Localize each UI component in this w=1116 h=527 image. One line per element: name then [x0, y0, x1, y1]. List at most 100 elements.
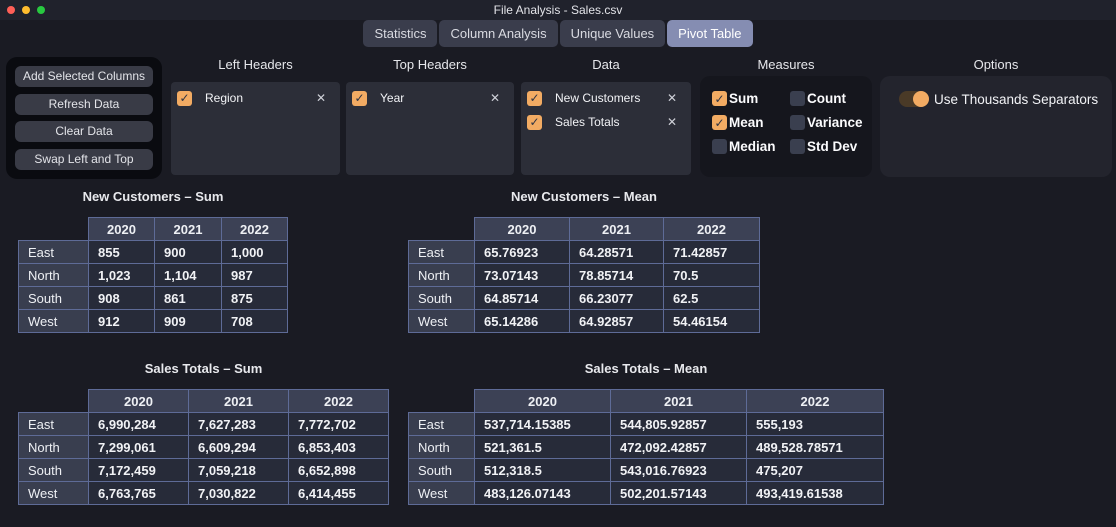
table-cell: 512,318.5: [475, 459, 611, 482]
table-row: South7,172,4597,059,2186,652,898: [19, 459, 389, 482]
column-item-label: Year: [380, 91, 404, 105]
table-row: East8559001,000: [19, 241, 288, 264]
column-item-new-customers: ✓New Customers✕: [527, 87, 683, 109]
table-cell: 7,059,218: [189, 459, 289, 482]
section-options: Options Use Thousands Separators: [880, 57, 1112, 177]
table-cell: 6,609,294: [189, 436, 289, 459]
table-cell: 855: [89, 241, 155, 264]
table-row: West483,126.07143502,201.57143493,419.61…: [409, 482, 884, 505]
table-cell: 861: [155, 287, 222, 310]
left-headers-title: Left Headers: [171, 57, 340, 73]
median-checkbox[interactable]: [712, 139, 727, 154]
pivot-table-new-customers-mean: 202020212022East65.7692364.2857171.42857…: [408, 217, 760, 333]
pivot-table-block-new-customers-mean: New Customers – Mean 202020212022East65.7…: [408, 188, 760, 333]
swap-left-and-top-button[interactable]: Swap Left and Top: [15, 149, 153, 170]
table-cell: 521,361.5: [475, 436, 611, 459]
titlebar: File Analysis - Sales.csv: [0, 0, 1116, 20]
row-header: West: [409, 310, 475, 333]
table-cell: 472,092.42857: [611, 436, 747, 459]
sales-totals-remove-icon[interactable]: ✕: [667, 115, 677, 129]
pivot-table-block-sales-totals-sum: Sales Totals – Sum 202020212022East6,990,…: [18, 360, 389, 505]
pivot-table-title: Sales Totals – Mean: [408, 360, 884, 377]
corner-cell: [409, 390, 475, 413]
table-cell: 483,126.07143: [475, 482, 611, 505]
clear-data-button[interactable]: Clear Data: [15, 121, 153, 142]
sales-totals-checkbox[interactable]: ✓: [527, 115, 542, 130]
column-header: 2021: [189, 390, 289, 413]
thousands-separators-option: Use Thousands Separators: [899, 91, 1102, 107]
column-header: 2021: [611, 390, 747, 413]
corner-cell: [19, 390, 89, 413]
table-cell: 54.46154: [664, 310, 760, 333]
tab-statistics[interactable]: Statistics: [363, 20, 437, 47]
column-header: 2020: [89, 218, 155, 241]
measure-median: Median: [712, 139, 790, 154]
table-row: South512,318.5543,016.76923475,207: [409, 459, 884, 482]
column-item-label: Sales Totals: [555, 115, 619, 129]
table-cell: 1,000: [222, 241, 288, 264]
pivot-table-title: Sales Totals – Sum: [18, 360, 389, 377]
table-cell: 7,772,702: [289, 413, 389, 436]
table-cell: 6,853,403: [289, 436, 389, 459]
thousands-separators-toggle[interactable]: [899, 91, 929, 107]
pivot-table-sales-totals-sum: 202020212022East6,990,2847,627,2837,772,…: [18, 389, 389, 505]
table-row: West912909708: [19, 310, 288, 333]
region-remove-icon[interactable]: ✕: [316, 91, 326, 105]
mean-checkbox[interactable]: ✓: [712, 115, 727, 130]
table-cell: 909: [155, 310, 222, 333]
measures-panel: ✓SumCount✓MeanVarianceMedianStd Dev: [700, 76, 872, 177]
pivot-table-new-customers-sum: 202020212022East8559001,000North1,0231,1…: [18, 217, 288, 333]
top-headers-title: Top Headers: [346, 57, 514, 73]
measure-label: Std Dev: [807, 139, 857, 154]
table-cell: 493,419.61538: [747, 482, 884, 505]
measure-mean: ✓Mean: [712, 115, 790, 130]
table-cell: 544,805.92857: [611, 413, 747, 436]
sum-checkbox[interactable]: ✓: [712, 91, 727, 106]
new-customers-checkbox[interactable]: ✓: [527, 91, 542, 106]
column-item-label: Region: [205, 91, 243, 105]
tab-pivot-table[interactable]: Pivot Table: [667, 20, 752, 47]
table-cell: 912: [89, 310, 155, 333]
table-cell: 6,763,765: [89, 482, 189, 505]
table-cell: 537,714.15385: [475, 413, 611, 436]
pivot-table-block-sales-totals-mean: Sales Totals – Mean202020212022East537,7…: [408, 360, 884, 505]
count-checkbox[interactable]: [790, 91, 805, 106]
top-headers-list: ✓ Year ✕: [346, 82, 514, 175]
table-cell: 6,414,455: [289, 482, 389, 505]
table-row: North1,0231,104987: [19, 264, 288, 287]
table-row: South908861875: [19, 287, 288, 310]
measure-label: Median: [729, 139, 776, 154]
corner-cell: [19, 218, 89, 241]
region-checkbox[interactable]: ✓: [177, 91, 192, 106]
new-customers-remove-icon[interactable]: ✕: [667, 91, 677, 105]
table-cell: 6,990,284: [89, 413, 189, 436]
table-cell: 65.14286: [475, 310, 570, 333]
add-selected-columns-button[interactable]: Add Selected Columns: [15, 66, 153, 87]
year-remove-icon[interactable]: ✕: [490, 91, 500, 105]
left-headers-list: ✓ Region ✕: [171, 82, 340, 175]
row-header: North: [409, 264, 475, 287]
tab-unique-values[interactable]: Unique Values: [560, 20, 666, 47]
table-row: North7,299,0616,609,2946,853,403: [19, 436, 389, 459]
table-cell: 875: [222, 287, 288, 310]
table-cell: 908: [89, 287, 155, 310]
pivot-table-title: New Customers – Mean: [408, 188, 760, 205]
tab-column-analysis[interactable]: Column Analysis: [439, 20, 557, 47]
column-header: 2022: [664, 218, 760, 241]
row-header: West: [19, 310, 89, 333]
table-row: East6,990,2847,627,2837,772,702: [19, 413, 389, 436]
std-dev-checkbox[interactable]: [790, 139, 805, 154]
refresh-data-button[interactable]: Refresh Data: [15, 94, 153, 115]
table-cell: 62.5: [664, 287, 760, 310]
measures-title: Measures: [700, 57, 872, 73]
options-panel: Use Thousands Separators: [880, 76, 1112, 177]
table-cell: 71.42857: [664, 241, 760, 264]
table-row: West65.1428664.9285754.46154: [409, 310, 760, 333]
variance-checkbox[interactable]: [790, 115, 805, 130]
toggle-knob: [913, 91, 929, 107]
row-header: North: [19, 436, 89, 459]
table-row: West6,763,7657,030,8226,414,455: [19, 482, 389, 505]
section-data: Data ✓New Customers✕✓Sales Totals✕: [521, 57, 691, 175]
section-top-headers: Top Headers ✓ Year ✕: [346, 57, 514, 175]
year-checkbox[interactable]: ✓: [352, 91, 367, 106]
